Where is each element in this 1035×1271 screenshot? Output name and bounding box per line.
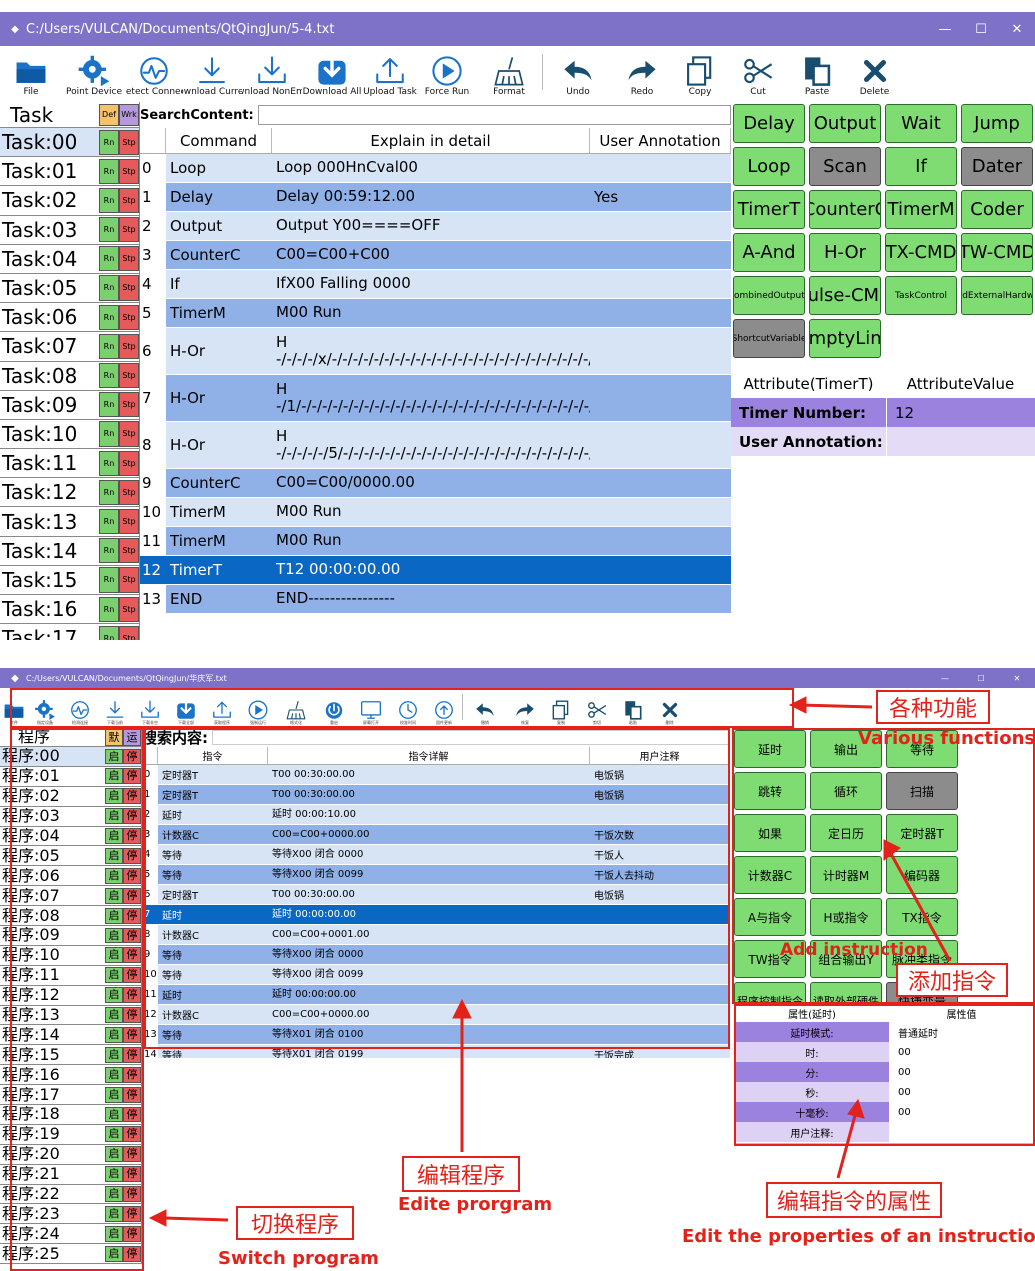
arrow-switch-program-head [148, 1209, 167, 1227]
arrow-edit-properties-head [847, 1098, 865, 1119]
arrow-edit-properties [836, 1111, 858, 1179]
arrow-functions [799, 703, 873, 709]
annotation-arrows [148, 696, 952, 1227]
arrow-edit-program-head [452, 998, 472, 1019]
arrow-switch-program [163, 1216, 229, 1222]
arrow-functions-head [788, 696, 807, 714]
arrow-add-instruction [888, 851, 952, 962]
